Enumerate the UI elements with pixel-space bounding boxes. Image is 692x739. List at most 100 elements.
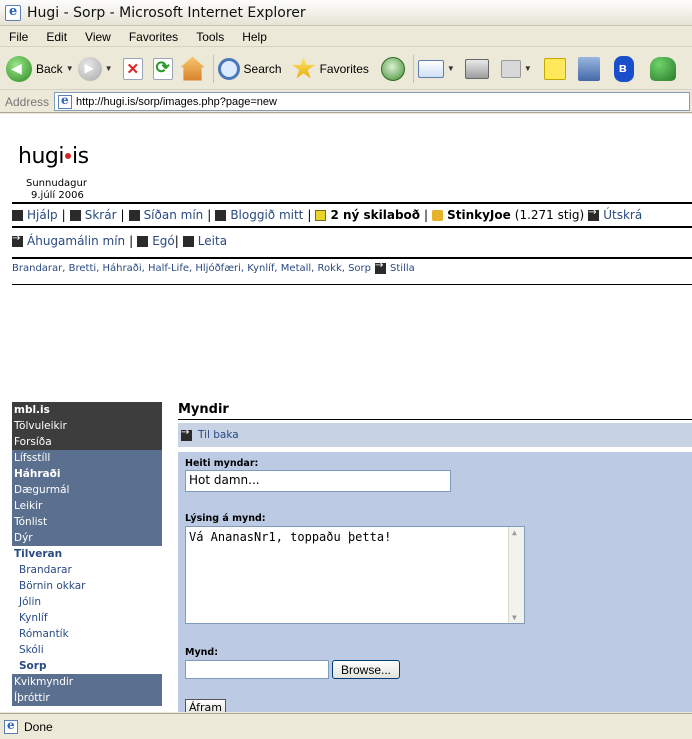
image-name-label: Heiti myndar: [185,458,259,469]
window-title: Hugi - Sorp - Microsoft Internet Explore… [27,4,306,21]
search-button[interactable]: Search [217,53,282,85]
edit-button[interactable]: ▼ [500,53,532,85]
edit-icon [500,59,521,78]
sidebar-item-mbl[interactable]: mbl.is [12,402,162,418]
date-text: 9.júlí 2006 [31,190,84,201]
mail-dropdown-icon[interactable]: ▼ [447,64,455,73]
help-icon [12,209,23,221]
sidebar-heading-tilveran[interactable]: Tilveran [12,546,162,562]
nav-my-blog[interactable]: Bloggið mitt [230,208,303,222]
forward-button[interactable]: ▼ [77,53,113,85]
top-nav: Hjálp | Skrár | Síðan mín | Bloggið mitt… [12,206,692,224]
toolbar-separator [412,54,414,83]
category-list[interactable]: Brandarar, Bretti, Háhraði, Half-Life, H… [12,263,371,274]
messenger-icon [649,56,676,81]
nav-username[interactable]: StinkyJoe [447,208,511,222]
back-arrow-icon [181,427,192,441]
logo-dot-icon [64,152,71,159]
day-name: Sunnudagur [26,178,87,189]
menu-view[interactable]: View [76,30,120,44]
image-file-input[interactable] [185,660,329,679]
menu-file[interactable]: File [0,30,37,44]
sidebar-item-tonlist[interactable]: Tónlist [12,514,162,530]
sidebar-item-lifsstill[interactable]: Lífsstíll [12,450,162,466]
toolbar-separator [212,54,214,83]
back-link[interactable]: Til baka [198,429,239,441]
submit-button[interactable]: Áfram [185,699,226,712]
sidebar-item-skoli[interactable]: Skóli [12,642,162,658]
search-label: Search [243,61,282,76]
status-bar: Done [0,713,692,739]
sidebar-item-forsida[interactable]: Forsíða [12,434,162,450]
edit-dropdown-icon[interactable]: ▼ [524,64,532,73]
address-input[interactable]: http://hugi.is/sorp/images.php?page=new [54,92,690,111]
secondary-nav: Áhugamálin mín | Egó | Leita [12,232,692,250]
mail-button[interactable]: ▼ [417,53,455,85]
nav-help[interactable]: Hjálp [27,208,58,222]
menu-bar: File Edit View Favorites Tools Help [0,27,692,47]
textarea-scrollbar[interactable] [508,527,524,623]
image-name-input[interactable]: Hot damn... [185,470,451,492]
sidebar-item-tolvuleikir[interactable]: Tölvuleikir [12,418,162,434]
divider [12,257,692,259]
browse-button[interactable]: Browse... [332,660,401,679]
sidebar: mbl.is Tölvuleikir Forsíða Lífsstíll Háh… [12,402,162,706]
menu-favorites[interactable]: Favorites [120,30,187,44]
home-button[interactable] [180,53,205,85]
sidebar-item-daegurmal[interactable]: Dægurmál [12,482,162,498]
page-status-icon [4,718,18,734]
stop-icon [122,57,143,80]
nav-ego[interactable]: Egó [152,234,175,248]
printer-icon [464,58,489,79]
print-button[interactable] [464,53,489,85]
sidebar-item-jolin[interactable]: Jólin [12,594,162,610]
bluetooth-button[interactable] [613,53,634,85]
upload-form: Heiti myndar: Hot damn... Lýsing á mynd:… [178,452,692,712]
research-button[interactable] [577,53,600,85]
mail-icon [417,59,444,78]
refresh-icon [152,57,173,80]
sidebar-item-hahradi[interactable]: Háhraði [12,466,162,482]
sidebar-item-bornin-okkar[interactable]: Börnin okkar [12,578,162,594]
refresh-button[interactable] [152,53,173,85]
nav-interests[interactable]: Áhugamálin mín [27,234,125,248]
sidebar-item-kynlif[interactable]: Kynlíf [12,610,162,626]
nav-my-page[interactable]: Síðan mín [144,208,204,222]
hugi-logo[interactable]: hugi is [18,144,89,169]
menu-tools[interactable]: Tools [187,30,233,44]
page-icon [58,93,73,109]
back-dropdown-icon[interactable]: ▼ [66,64,74,73]
sidebar-item-kvikmyndir[interactable]: Kvikmyndir [12,674,162,690]
stop-button[interactable] [122,53,143,85]
back-button[interactable]: Back ▼ [6,53,74,85]
divider [12,202,692,204]
settings-arrow-icon [375,260,387,274]
sidebar-item-ithrottir[interactable]: Íþróttir [12,690,162,706]
forward-dropdown-icon[interactable]: ▼ [105,64,113,73]
history-button[interactable] [380,53,405,85]
note-button[interactable] [543,53,566,85]
category-links: Brandarar, Bretti, Háhraði, Half-Life, H… [12,260,415,274]
logo-text-left: hugi [18,144,64,169]
sidebar-item-sorp[interactable]: Sorp [12,658,162,674]
nav-logout[interactable]: Útskrá [603,208,642,222]
sidebar-item-brandarar[interactable]: Brandarar [12,562,162,578]
messenger-button[interactable] [649,53,676,85]
category-settings[interactable]: Stilla [390,263,415,274]
logout-arrow-icon [588,207,600,221]
title-bar: Hugi - Sorp - Microsoft Internet Explore… [0,0,692,26]
user-points: (1.271 stig) [514,208,585,222]
image-description-textarea[interactable]: Vá AnanasNr1, toppaðu þetta! [185,526,525,624]
download-icon [69,209,81,221]
sidebar-item-leikir[interactable]: Leikir [12,498,162,514]
menu-edit[interactable]: Edit [37,30,76,44]
favorites-button[interactable]: Favorites [292,53,369,85]
user-face-icon [432,209,444,221]
nav-messages[interactable]: 2 ný skilaboð [330,208,420,222]
nav-search[interactable]: Leita [198,234,227,248]
sidebar-item-dyr[interactable]: Dýr [12,530,162,546]
sidebar-item-romantik[interactable]: Rómantík [12,626,162,642]
menu-help[interactable]: Help [233,30,276,44]
nav-files[interactable]: Skrár [85,208,117,222]
back-link-bar: Til baka [178,423,692,447]
